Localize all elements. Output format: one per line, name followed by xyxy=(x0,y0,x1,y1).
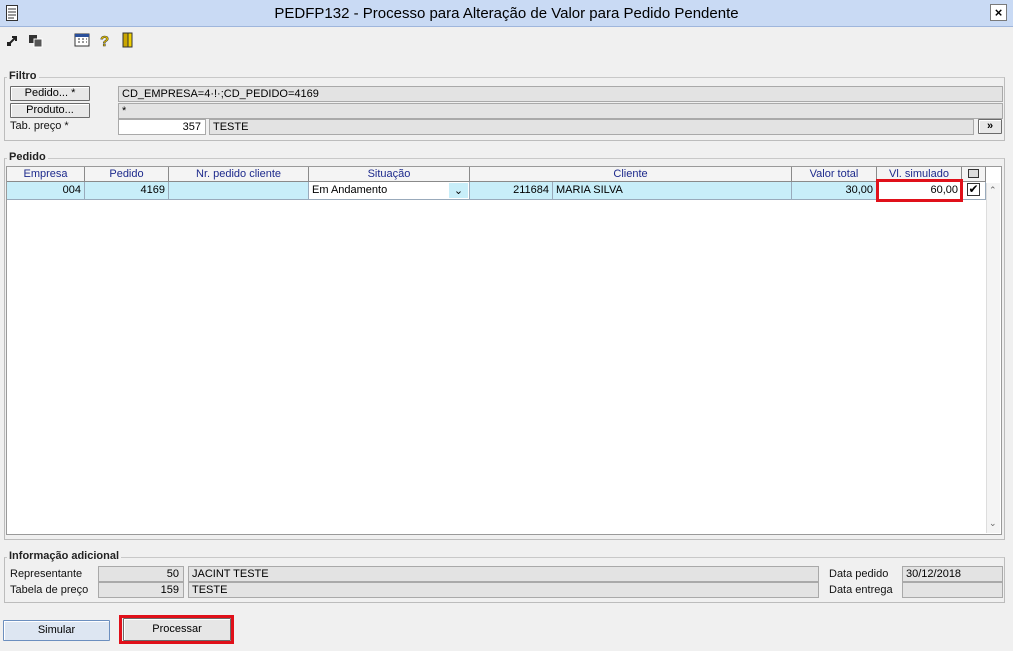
produto-button[interactable]: Produto... xyxy=(10,103,90,118)
col-header-pedido[interactable]: Pedido xyxy=(85,167,169,182)
window-title: PEDFP132 - Processo para Alteração de Va… xyxy=(274,5,739,22)
representante-code-field: 50 xyxy=(98,566,184,582)
row-checkbox[interactable]: ✔ xyxy=(967,183,980,196)
export-icon[interactable] xyxy=(6,32,22,48)
data-entrega-label: Data entrega xyxy=(829,584,893,596)
pedido-button[interactable]: Pedido... * xyxy=(10,86,90,101)
help-icon[interactable]: ? xyxy=(97,32,113,48)
tabela-preco-name-field: TESTE xyxy=(188,582,819,598)
scroll-up-icon[interactable]: ⌃ xyxy=(989,185,997,196)
exit-door-icon[interactable] xyxy=(120,32,136,48)
representante-label: Representante xyxy=(10,568,83,580)
col-header-valor-total[interactable]: Valor total xyxy=(792,167,877,182)
representante-name-field: JACINT TESTE xyxy=(188,566,819,582)
next-button[interactable]: » xyxy=(978,119,1002,134)
tabela-preco-label: Tabela de preço xyxy=(10,584,89,596)
tab-preco-desc-field: TESTE xyxy=(209,119,974,135)
cliente-nome: MARIA SILVA xyxy=(556,184,623,196)
cell-pedido[interactable]: 4169 xyxy=(85,182,169,200)
situacao-value: Em Andamento xyxy=(312,184,388,196)
data-entrega-field xyxy=(902,582,1003,598)
pedido-filter-field[interactable]: CD_EMPRESA=4·!·;CD_PEDIDO=4169 xyxy=(118,86,1003,102)
tabela-preco-code-field: 159 xyxy=(98,582,184,598)
cell-select[interactable]: ✔ xyxy=(962,182,986,200)
highlight-processar xyxy=(119,615,234,644)
col-header-situacao[interactable]: Situação xyxy=(309,167,470,182)
col-header-select-all[interactable] xyxy=(962,167,986,182)
cell-empresa[interactable]: 004 xyxy=(7,182,85,200)
tab-preco-label: Tab. preço * xyxy=(10,120,69,132)
cell-nr-pedido-cliente[interactable] xyxy=(169,182,309,200)
simular-button[interactable]: Simular xyxy=(3,620,110,641)
highlight-vl-simulado xyxy=(876,179,963,202)
col-header-empresa[interactable]: Empresa xyxy=(7,167,85,182)
title-bar: PEDFP132 - Processo para Alteração de Va… xyxy=(0,0,1013,27)
vertical-scrollbar[interactable]: ⌃ ⌄ xyxy=(986,183,1000,533)
pedido-grid: Empresa Pedido Nr. pedido cliente Situaç… xyxy=(6,166,1002,535)
select-all-checkbox[interactable] xyxy=(968,169,979,178)
calendar-icon[interactable] xyxy=(74,32,90,48)
pedido-title: Pedido xyxy=(7,151,48,163)
situacao-select[interactable]: Em Andamento ⌄ xyxy=(309,182,470,200)
close-button[interactable]: × xyxy=(990,4,1007,21)
info-title: Informação adicional xyxy=(7,550,122,562)
svg-text:?: ? xyxy=(100,33,109,48)
tab-preco-code-input[interactable]: 357 xyxy=(118,119,206,135)
filtro-title: Filtro xyxy=(7,70,39,82)
produto-filter-field[interactable]: * xyxy=(118,103,1003,119)
cliente-codigo: 211684 xyxy=(470,182,553,199)
chevron-down-icon[interactable]: ⌄ xyxy=(449,183,468,198)
copy-icon[interactable] xyxy=(28,32,44,48)
cell-cliente[interactable]: 211684 MARIA SILVA xyxy=(470,182,792,200)
col-header-nr-pedido-cliente[interactable]: Nr. pedido cliente xyxy=(169,167,309,182)
grid-header: Empresa Pedido Nr. pedido cliente Situaç… xyxy=(7,167,986,182)
scroll-down-icon[interactable]: ⌄ xyxy=(989,518,997,529)
data-pedido-field: 30/12/2018 xyxy=(902,566,1003,582)
table-row[interactable]: 004 4169 Em Andamento ⌄ 211684 MARIA SIL… xyxy=(7,182,986,200)
data-pedido-label: Data pedido xyxy=(829,568,889,580)
cell-valor-total[interactable]: 30,00 xyxy=(792,182,877,200)
col-header-cliente[interactable]: Cliente xyxy=(470,167,792,182)
